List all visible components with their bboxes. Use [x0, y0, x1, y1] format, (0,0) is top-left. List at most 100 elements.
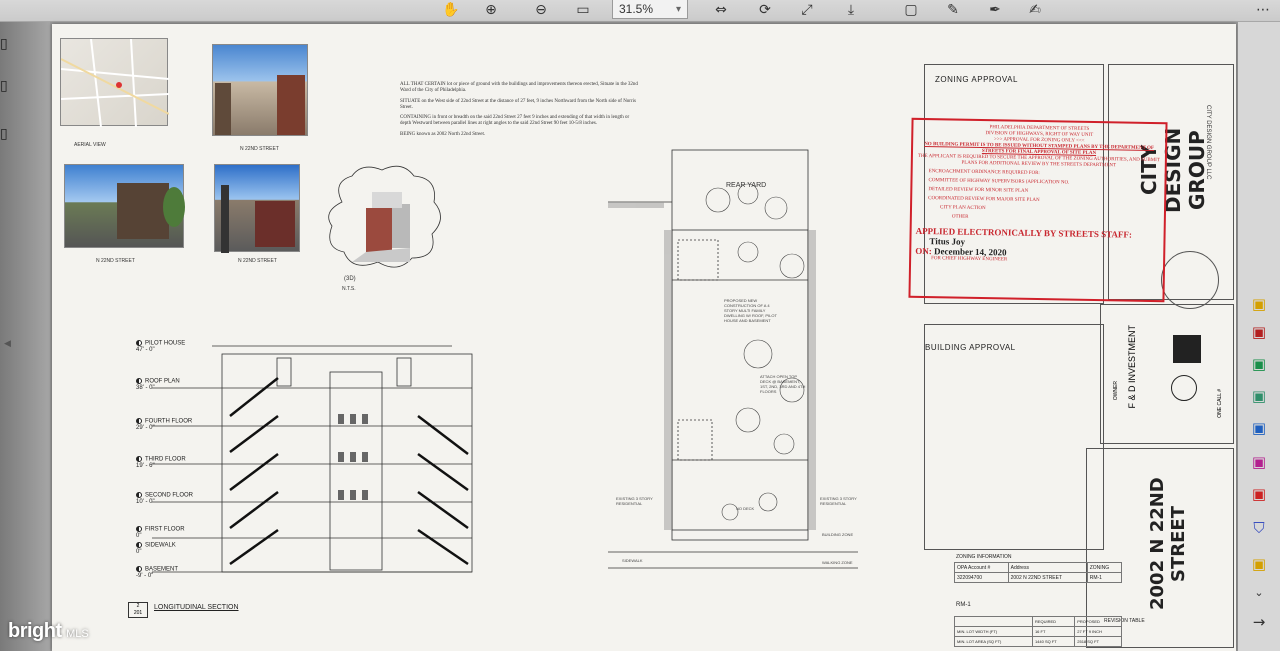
more-tools-icon[interactable]: ▣ [1246, 552, 1272, 576]
edit-icon[interactable]: ✍ [1022, 0, 1048, 20]
level-basement: BASEMENT -9' - 0" [136, 566, 179, 580]
more-icon[interactable]: ⋯ [1250, 0, 1276, 20]
street-photo-2 [64, 164, 185, 248]
level-sidewalk: SIDEWALK 0" [136, 542, 176, 556]
building-zone-label: BUILDING ZONE [822, 532, 854, 537]
table-header: REQUIRED [1031, 616, 1076, 627]
legal-para-2: SITUATE on the West side of 22nd Street … [400, 98, 636, 110]
table-cell: 2002 N 22ND STREET [1007, 572, 1088, 583]
thumbnail-icon[interactable]: ▯ [0, 78, 8, 94]
sketch-scale: N.T.S. [342, 286, 356, 292]
level-marker-icon [136, 542, 142, 548]
seal-icon [1161, 251, 1219, 309]
table-cell: 16 FT [1031, 626, 1076, 637]
level-marker-icon [136, 418, 142, 424]
table-row: MIN. LOT AREA (SQ FT) 1440 SQ FT 2518 SQ… [954, 636, 1122, 647]
table-header: OPA Account # [954, 562, 1009, 573]
photo-caption-3: N 22ND STREET [238, 258, 277, 264]
watermark-suffix: MLS [66, 628, 89, 640]
table-cell: 1440 SQ FT [1031, 636, 1076, 647]
fullscreen-icon[interactable]: ⤢ [794, 0, 820, 20]
section-title: LONGITUDINAL SECTION [154, 604, 239, 611]
table-row: REQUIRED PROPOSED [954, 616, 1122, 627]
export-tool-icon[interactable]: ▣ [1246, 352, 1272, 376]
level-pilot-house: PILOT HOUSE 47' - 0" [136, 340, 186, 354]
viewer-toolbar: ✋ ⊕ ⊖ ▭ 31.5% ▾ ⇔ ⟳ ⤢ ⤓ ▢ ✎ ✒ ✍ ⋯ [0, 0, 1280, 22]
level-marker-icon [136, 456, 142, 462]
sheet-ref: 201 [133, 610, 143, 616]
level-marker-icon [136, 566, 142, 572]
chevron-down-icon[interactable]: ⌄ [1246, 580, 1272, 604]
legal-para-3: CONTAINING in front or breadth on the sa… [400, 115, 630, 127]
edit-tool-icon[interactable]: ▣ [1246, 416, 1272, 440]
rotate-icon[interactable]: ⟳ [752, 0, 778, 20]
panel-icon[interactable]: ▯ [0, 36, 8, 52]
owner-label: OWNER [1113, 381, 1119, 401]
fit-width-icon[interactable]: ⇔ [708, 0, 734, 20]
table-cell: 27 FT 9 INCH [1074, 626, 1122, 637]
table-cell: RM-1 [1086, 572, 1123, 583]
no-deck-label: NO DECK [736, 506, 755, 511]
table-cell: MIN. LOT AREA (SQ FT) [954, 636, 1033, 647]
table-cell: 2518 SQ FT [1074, 636, 1122, 647]
zoom-in-icon[interactable]: ⊕ [478, 0, 504, 20]
table-header [954, 616, 1033, 627]
site-plan: REAR YARD PROPOSED NEW CONSTRUCTION OF A… [608, 120, 858, 580]
section-lines-graphic [152, 345, 473, 573]
organize-tool-icon[interactable]: ▣ [1246, 384, 1272, 408]
building-approval-box: BUILDING APPROVAL [924, 324, 1104, 550]
comment-tool-icon[interactable]: ▣ [1246, 292, 1272, 316]
comment-icon[interactable]: ▢ [898, 0, 924, 20]
table-cell: 322094700 [954, 572, 1009, 583]
owner-name: F & D INVESTMENT [1127, 325, 1137, 409]
building-shape [255, 201, 295, 247]
bright-mls-watermark: bright MLS [8, 620, 104, 646]
streets-approval-stamp: PHILADELPHIA DEPARTMENT OF STREETS DIVIS… [908, 117, 1168, 303]
expand-icon[interactable]: → [1246, 610, 1272, 634]
bookmark-icon[interactable]: ▯ [0, 126, 8, 142]
one-call-logo-icon [1171, 375, 1197, 401]
level-marker-icon [136, 340, 142, 346]
photo-caption-2: N 22ND STREET [96, 258, 135, 264]
stamp-on-label: ON: [915, 245, 932, 257]
zoom-out-icon[interactable]: ⊖ [528, 0, 554, 20]
street-photo-1 [212, 44, 308, 136]
3d-sketch [322, 162, 448, 274]
stamp-check: OTHER [951, 214, 969, 220]
level-fourth: FOURTH FLOOR 29' - 0" [136, 418, 193, 432]
pdf-tool-icon[interactable]: ▣ [1246, 320, 1272, 344]
highlight-icon[interactable]: ✎ [940, 0, 966, 20]
sign-icon[interactable]: ✒ [982, 0, 1008, 20]
building-shape [277, 75, 305, 135]
firm-name-small: CITY DESIGN GROUP LLC [1205, 105, 1211, 180]
map-roads-graphic [60, 38, 170, 128]
table-header: PROPOSED [1074, 616, 1122, 627]
zoom-select[interactable]: 31.5% ▾ [612, 0, 688, 19]
owner-box: OWNER F & D INVESTMENT ONE CALL # [1100, 304, 1234, 444]
aerial-caption: AERIAL VIEW [74, 142, 106, 148]
zoning-approval-label: ZONING APPROVAL [935, 75, 1018, 84]
page-icon[interactable]: ▭ [570, 0, 596, 20]
section-drawing [152, 324, 512, 584]
zoning-requirements-table: REQUIRED PROPOSED MIN. LOT WIDTH (FT) 16… [954, 616, 1122, 647]
fill-sign-tool-icon[interactable]: ▣ [1246, 482, 1272, 506]
protect-tool-icon[interactable]: ⛉ [1246, 516, 1272, 540]
combine-tool-icon[interactable]: ▣ [1246, 450, 1272, 474]
pdf-page: ◀ AERIAL VIEW N 22ND STREET N 22ND STREE… [4, 24, 1245, 651]
existing-left-label: EXISTING 3 STORY RESIDENTIAL [616, 496, 653, 506]
zoning-district: RM-1 [956, 602, 971, 608]
left-arrow-icon[interactable]: ◀ [4, 339, 11, 349]
download-icon[interactable]: ⤓ [838, 0, 864, 20]
walking-zone-label: WALKING ZONE [822, 560, 853, 565]
building-shape [117, 183, 169, 239]
hand-icon[interactable]: ✋ [438, 0, 464, 20]
section-sheet-tag: 2 201 [128, 602, 148, 618]
level-second: SECOND FLOOR 10' - 0" [136, 492, 194, 506]
deck-note: ATTACH OPEN TOP DECK @ BASEMENT, 1ST, 2N… [760, 374, 806, 394]
level-first: FIRST FLOOR 0" [136, 526, 185, 540]
sketch-caption: (3D) [344, 276, 356, 282]
pole-shape [221, 185, 229, 253]
level-roof: ROOF PLAN 38' - 0" [136, 378, 180, 392]
level-marker-icon [136, 492, 142, 498]
level-marker-icon [136, 526, 142, 532]
